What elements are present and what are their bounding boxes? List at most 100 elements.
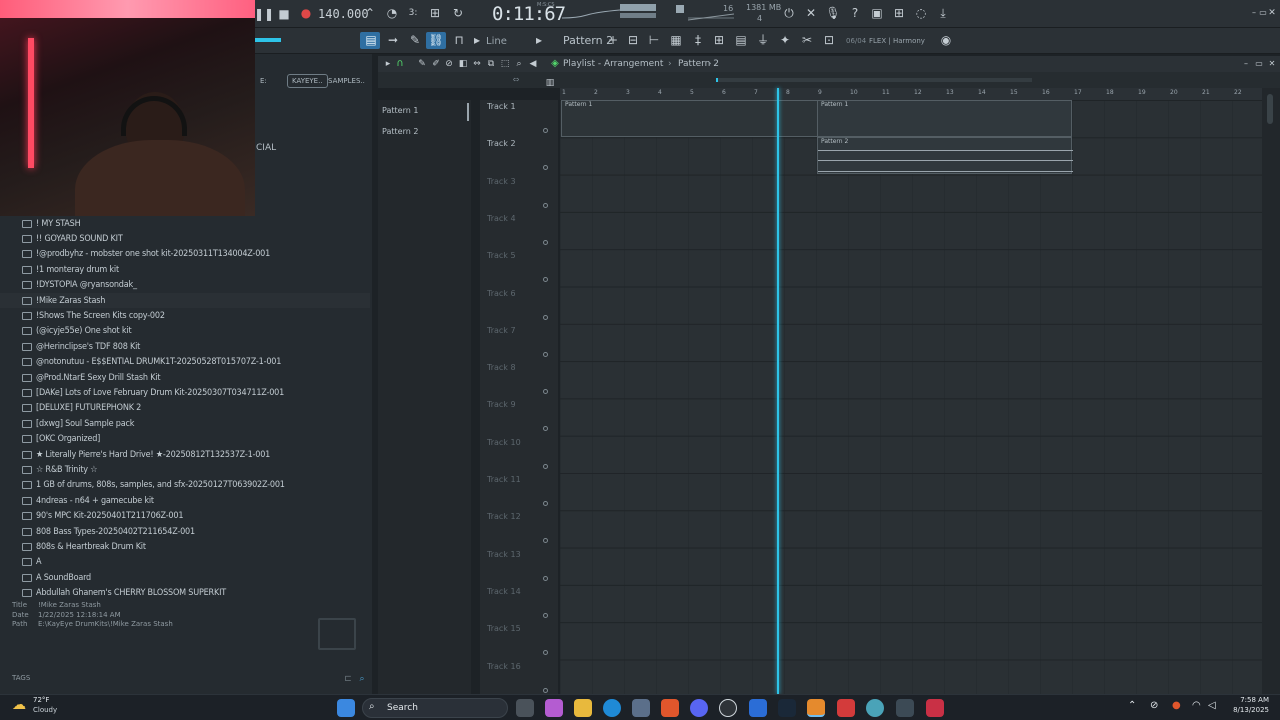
- reset-icon[interactable]: ⏻: [781, 6, 797, 20]
- track-label[interactable]: Track 12: [487, 512, 521, 521]
- browser-folder-item[interactable]: 808s & Heartbreak Drum Kit: [0, 539, 370, 554]
- file-explorer-icon[interactable]: [574, 699, 592, 717]
- render-icon[interactable]: ⊞: [891, 6, 907, 20]
- track-label[interactable]: Track 3: [487, 177, 516, 186]
- plug-icon[interactable]: ⏚: [755, 33, 771, 47]
- browser-folder-item[interactable]: !@prodbyhz - mobster one shot kit-202503…: [0, 247, 370, 262]
- taskbar-search[interactable]: ⌕ Search: [362, 698, 508, 718]
- browser-folder-item[interactable]: 808 Bass Types-20250402T211654Z-001: [0, 524, 370, 539]
- step-edit-icon[interactable]: ⊞: [427, 6, 443, 20]
- tools-icon[interactable]: ✂: [799, 33, 815, 47]
- task-view-icon[interactable]: [516, 699, 534, 717]
- browser-folder-item[interactable]: ! MY STASH: [0, 216, 370, 231]
- track-label[interactable]: Track 6: [487, 289, 516, 298]
- save-icon[interactable]: ▣: [869, 6, 885, 20]
- arrangement-grid[interactable]: [560, 100, 1262, 694]
- windows-start-icon[interactable]: [337, 699, 355, 717]
- browser-folder-item[interactable]: [DAKe] Lots of Love February Drum Kit-20…: [0, 385, 370, 400]
- browser-icon[interactable]: ▤: [733, 33, 749, 47]
- scroll-arrow-icon[interactable]: ⇔: [508, 73, 524, 87]
- browser-folder-item[interactable]: A SoundBoard: [0, 570, 370, 585]
- browser-folder-item[interactable]: [OKC Organized]: [0, 431, 370, 446]
- record-icon[interactable]: ●: [298, 6, 314, 20]
- track-label[interactable]: Track 9: [487, 400, 516, 409]
- chevron-up-icon[interactable]: ⌃: [1128, 700, 1136, 711]
- browser-folder-item[interactable]: !Mike Zaras Stash: [0, 292, 370, 309]
- clip-pattern-1b[interactable]: Pattern 1: [817, 100, 1072, 137]
- amd-icon[interactable]: [926, 699, 944, 717]
- browser-folder-item[interactable]: (@icyje55e) One shot kit: [0, 324, 370, 339]
- browser-folder-item[interactable]: !! GOYARD SOUND KIT: [0, 231, 370, 246]
- pl-close-icon[interactable]: ✕: [1264, 57, 1280, 71]
- tab-kayeye[interactable]: KAYEYE..: [287, 74, 328, 88]
- magnet-green-icon[interactable]: ∩: [392, 57, 408, 71]
- vertical-scrollbar[interactable]: [1262, 88, 1280, 694]
- piano-roll-icon[interactable]: ▦: [668, 33, 684, 47]
- track-enable-icon[interactable]: [543, 128, 548, 133]
- brave-icon[interactable]: [661, 699, 679, 717]
- timeline-ruler[interactable]: 1 2 3 4 5 6 7 8 9 10 11 12 13 14 15 16 17 18 19 20 21 22: [560, 88, 1262, 100]
- countdown-icon[interactable]: 3:: [405, 6, 421, 20]
- browser-folder-item[interactable]: ★ Literally Pierre's Hard Drive! ★-20250…: [0, 447, 370, 462]
- wifi-icon[interactable]: ◠: [1192, 700, 1201, 711]
- pause-icon[interactable]: ❚❚: [254, 7, 274, 21]
- track-label[interactable]: Track 16: [487, 662, 521, 671]
- track-enable-icon[interactable]: [543, 612, 548, 618]
- track-enable-icon[interactable]: [543, 239, 548, 245]
- mic-tray-icon[interactable]: ●: [1172, 700, 1181, 711]
- volume-icon[interactable]: ◁: [1208, 700, 1216, 711]
- wait-icon[interactable]: ◔: [384, 6, 400, 20]
- chatgpt-icon[interactable]: [719, 699, 737, 717]
- clip-pattern-2[interactable]: Pattern 2: [817, 137, 1073, 174]
- snap-mode[interactable]: Line: [486, 36, 507, 47]
- playhead[interactable]: [777, 88, 779, 694]
- panic-icon[interactable]: ✕: [803, 6, 819, 20]
- app-icon-teal[interactable]: [866, 699, 884, 717]
- browser-folder-item[interactable]: @Prod.NtarE Sexy Drill Stash Kit: [0, 370, 370, 385]
- copilot-icon[interactable]: [545, 699, 563, 717]
- discord-icon[interactable]: [690, 699, 708, 717]
- browser-folder-item[interactable]: 90's MPC Kit-20250401T211706Z-001: [0, 508, 370, 523]
- track-enable-icon[interactable]: [543, 277, 548, 283]
- horizontal-scrollbar[interactable]: [716, 78, 1032, 82]
- playback-icon[interactable]: ◀: [525, 57, 541, 71]
- clock-time[interactable]: 7:58 AM: [1229, 696, 1269, 704]
- arrow-icon[interactable]: ➞: [385, 33, 401, 47]
- pattern-scrollbar[interactable]: [467, 103, 469, 121]
- microphone-icon[interactable]: 🎙: [825, 6, 841, 20]
- browser-folder-item[interactable]: !DYSTOPIA @ryansondak_: [0, 278, 370, 293]
- browser-folder-item[interactable]: !Shows The Screen Kits copy-002: [0, 308, 370, 323]
- track-label[interactable]: Track 8: [487, 363, 516, 372]
- stop-icon[interactable]: ■: [276, 7, 292, 21]
- add-pattern-icon[interactable]: +: [605, 33, 621, 47]
- track-label[interactable]: Track 4: [487, 214, 516, 223]
- track-enable-icon[interactable]: [543, 501, 548, 506]
- browser-folder-item[interactable]: 4ndreas - n64 + gamecube kit: [0, 493, 370, 508]
- track-enable-icon[interactable]: [543, 575, 548, 581]
- metronome-icon[interactable]: ⌃: [362, 6, 378, 20]
- mixer-icon[interactable]: ⊟: [625, 33, 641, 47]
- track-label[interactable]: Track 1: [487, 102, 516, 111]
- browser-folder-item[interactable]: Abdullah Ghanem's CHERRY BLOSSOM SUPERKI…: [0, 585, 370, 600]
- app-icon-grey[interactable]: [896, 699, 914, 717]
- channel-rack-icon[interactable]: ⊢: [646, 33, 662, 47]
- magnet-icon[interactable]: ⊓: [451, 33, 467, 47]
- pattern-item[interactable]: Pattern 2: [382, 127, 418, 136]
- track-label[interactable]: Track 7: [487, 326, 516, 335]
- browser-folder-item[interactable]: @notonutuu - E$$ENTIAL DRUMK1T-20250528T…: [0, 355, 370, 370]
- plugin-icon[interactable]: ⊞: [711, 33, 727, 47]
- clock-date[interactable]: 8/13/2025: [1229, 706, 1269, 714]
- edge-icon[interactable]: [603, 699, 621, 717]
- download-icon[interactable]: ⤓: [935, 6, 951, 20]
- track-enable-icon[interactable]: [543, 426, 548, 432]
- browser-folder-item[interactable]: !1 monteray drum kit: [0, 262, 370, 277]
- track-label[interactable]: Track 14: [487, 587, 521, 596]
- search-small-icon[interactable]: ⌕: [354, 672, 370, 686]
- track-label[interactable]: Track 15: [487, 624, 521, 633]
- chat-icon[interactable]: ◌: [913, 6, 929, 20]
- steam-icon[interactable]: [778, 699, 796, 717]
- faders-icon[interactable]: ‡: [690, 33, 706, 47]
- track-label[interactable]: Track 13: [487, 550, 521, 559]
- track-label[interactable]: Track 5: [487, 251, 516, 260]
- loop-record-icon[interactable]: ↻: [450, 6, 466, 20]
